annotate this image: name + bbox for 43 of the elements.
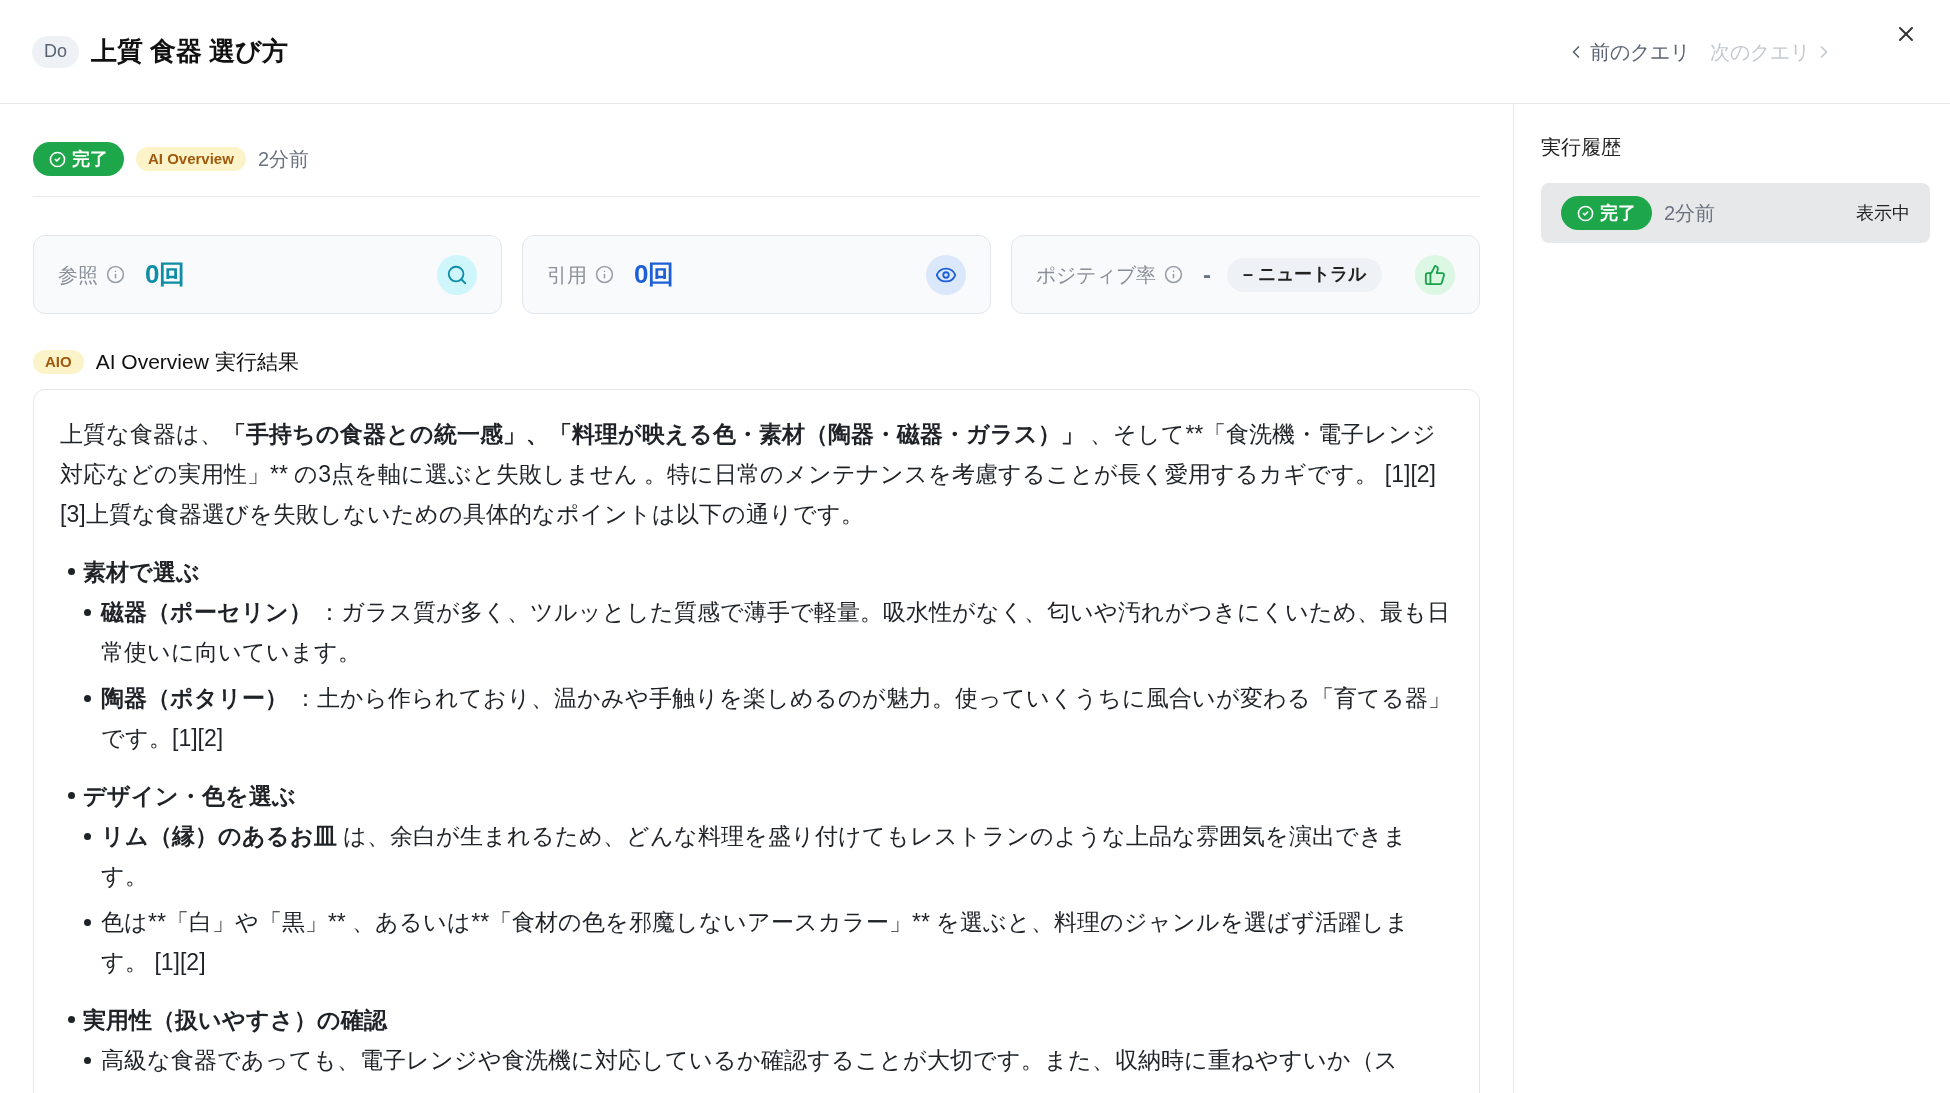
metric-label: ポジティブ率 [1036, 262, 1156, 288]
list-item: リム（縁）のあるお皿 は、余白が生まれるため、どんな料理を盛り付けてもレストランのような上品な雰囲気を演出できます。 [101, 821, 1409, 891]
metric-label: 参照 [58, 262, 98, 288]
result-paragraph: 上質な食器は、「手持ちの食器との統一感」、「料理が映える色・素材（陶器・磁器・ガラス）」 、そして**「食洗機・電子レンジ対応などの実用性」** の3点を軸に選ぶと失敗しません 。特に日常のメンテナンスを考慮することが長く愛用するカギです。 [1][2][3]上質な食器選びを失敗しないための具体的なポイントは以下の通りです。 [60, 419, 1438, 529]
check-circle-icon [49, 150, 66, 168]
check-circle-icon [1577, 204, 1594, 222]
info-icon [595, 265, 614, 284]
bullet-icon [84, 918, 91, 926]
bullet-icon [84, 832, 91, 840]
search-icon [446, 263, 468, 286]
aio-badge: AIO [33, 349, 84, 374]
bullet-icon [68, 568, 75, 575]
status-badge: 完了 [1561, 196, 1652, 230]
elapsed-time: 2分前 [257, 147, 309, 172]
list-item: 陶器（ポタリー） ：土から作られており、温かみや手触りを楽しめるのが魅力。使っていくうちに風合いが変わる「育てる器」です。[1][2] [101, 683, 1453, 753]
list-heading: デザイン・色を選ぶ [83, 781, 296, 811]
sentiment-badge: – ニュートラル [1227, 257, 1382, 292]
history-note: 表示中 [1856, 201, 1910, 225]
history-item[interactable]: 完了 2分前 表示中 [1541, 183, 1930, 243]
metric-label: 引用 [547, 262, 587, 288]
bullet-icon [84, 608, 91, 616]
metric-value: 0回 [145, 258, 186, 291]
status-badge: 完了 [33, 142, 124, 176]
type-badge: AI Overview [136, 147, 246, 171]
list-item: 高級な食器であっても、電子レンジや食洗機に対応しているか確認することが大切です。また、収納時に重ねやすいか（ス [101, 1045, 1398, 1075]
history-title: 実行履歴 [1541, 135, 1622, 160]
info-icon [106, 265, 125, 284]
query-badge: Do [32, 35, 79, 68]
bullet-icon [84, 1056, 91, 1064]
history-time: 2分前 [1664, 201, 1716, 226]
info-icon [1164, 265, 1183, 284]
list-heading: 実用性（扱いやすさ）の確認 [83, 1005, 387, 1035]
list-item: 磁器（ポーセリン） ：ガラス質が多く、ツルッとした質感で薄手で軽量。吸水性がなく、匂いや汚れがつきにくいため、最も日常使いに向いています。 [101, 597, 1452, 667]
bullet-icon [68, 1016, 75, 1023]
section-title: AI Overview 実行結果 [95, 349, 299, 375]
previous-query-button[interactable]: 前のクエリ [1566, 36, 1690, 67]
bullet-icon [84, 694, 91, 702]
metric-value: 0回 [634, 258, 675, 291]
list-heading: 素材で選ぶ [83, 557, 200, 587]
query-title: 上質 食器 選び方 [91, 35, 289, 68]
list-item: 色は**「白」や「黒」** 、あるいは**「食材の色を邪魔しないアースカラー」** を選ぶと、料理のジャンルを選ばず活躍します。 [1][2] [101, 907, 1411, 977]
metric-value: - [1203, 259, 1211, 290]
bullet-icon [68, 792, 75, 799]
